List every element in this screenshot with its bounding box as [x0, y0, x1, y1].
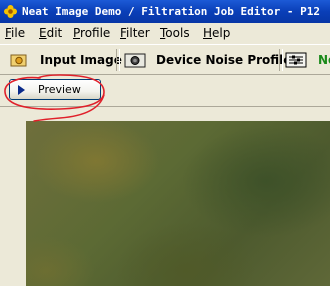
- play-icon: [18, 85, 25, 95]
- tab-device-noise-profile[interactable]: Device Noise Profile: [124, 47, 291, 73]
- camera-icon: [124, 53, 146, 68]
- tab-label: No: [318, 53, 330, 67]
- image-viewport[interactable]: [0, 106, 330, 286]
- folder-image-icon: [10, 54, 27, 67]
- app-flower-icon: [4, 5, 17, 18]
- tab-label: Input Image: [40, 53, 122, 67]
- tab-separator: [279, 49, 283, 71]
- menu-file[interactable]: File: [5, 24, 25, 42]
- menu-tools[interactable]: Tools: [160, 24, 190, 42]
- tab-separator: [116, 49, 120, 71]
- tab-input-image[interactable]: Input Image: [10, 47, 122, 73]
- preview-image: [26, 121, 330, 286]
- menu-edit[interactable]: Edit: [39, 24, 62, 42]
- step-tabs: Input Image Device Noise Profile No: [0, 44, 330, 75]
- menu-help[interactable]: Help: [203, 24, 230, 42]
- tab-noise-filter-settings[interactable]: No: [285, 47, 330, 73]
- menu-bar: File Edit Profile Filter Tools Help: [0, 24, 330, 42]
- tab-label: Device Noise Profile: [156, 53, 292, 67]
- title-bar: Neat Image Demo / Filtration Job Editor …: [0, 0, 330, 23]
- sliders-icon: [285, 52, 307, 68]
- window-title: Neat Image Demo / Filtration Job Editor …: [22, 5, 321, 18]
- preview-button[interactable]: Preview: [9, 79, 101, 100]
- preview-toolbar: Preview: [0, 74, 330, 104]
- menu-filter[interactable]: Filter: [120, 24, 150, 42]
- menu-profile[interactable]: Profile: [73, 24, 110, 42]
- preview-button-label: Preview: [38, 83, 81, 96]
